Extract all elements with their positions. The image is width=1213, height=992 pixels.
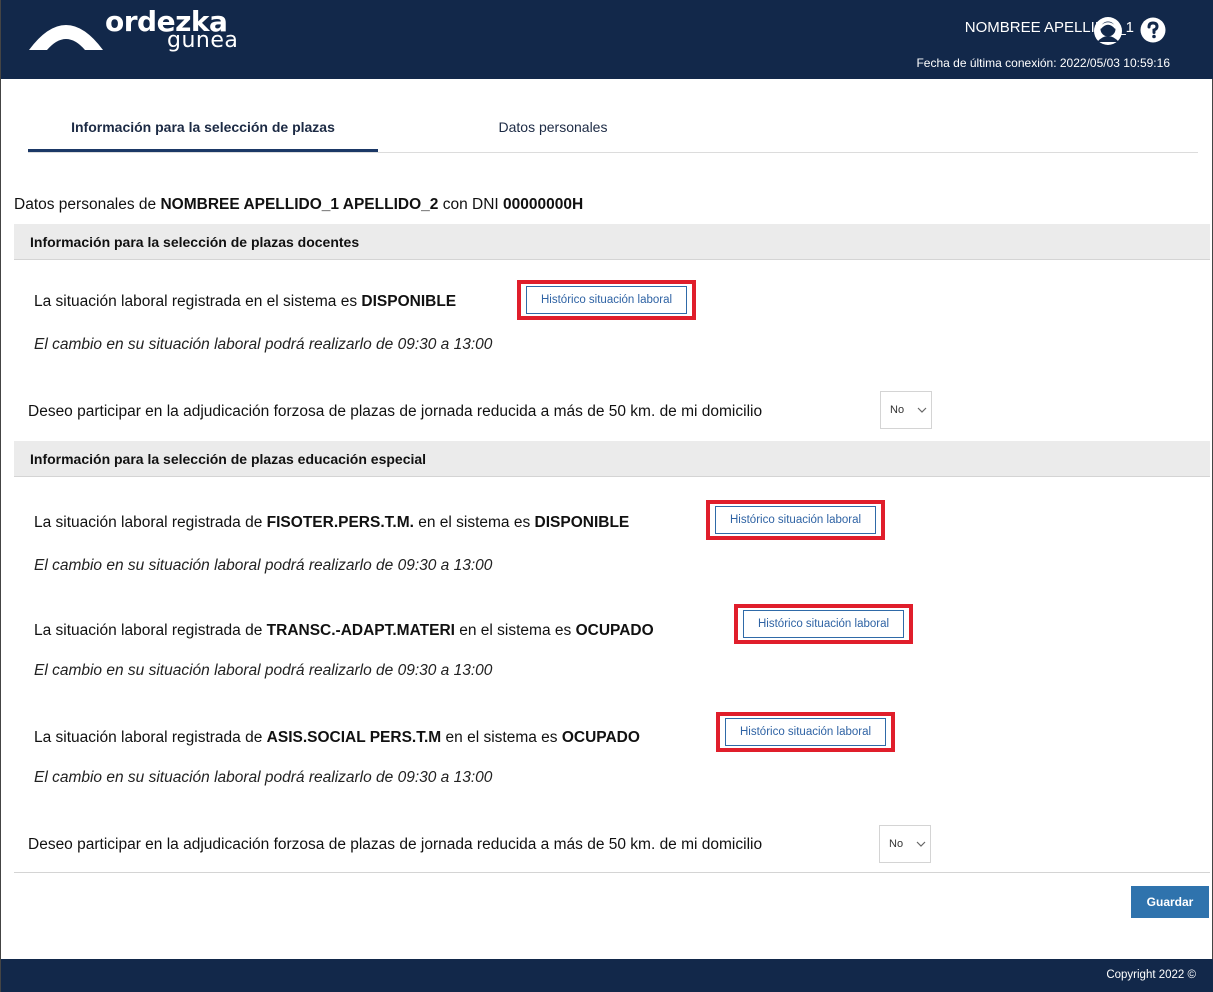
save-button[interactable]: Guardar (1131, 886, 1209, 918)
especial-change-note-1: El cambio en su situación laboral podrá … (34, 557, 493, 574)
intro-dni: 00000000H (503, 196, 584, 213)
copyright-text: Copyright 2022 © (1106, 969, 1196, 981)
especial-history-highlight-1: Histórico situación laboral (706, 500, 886, 540)
especial-change-note-2: El cambio en su situación laboral podrá … (34, 662, 493, 679)
chevron-down-icon (917, 407, 927, 413)
docentes-status-value: DISPONIBLE (361, 293, 457, 310)
especial-specialty-2: TRANSC.-ADAPT.MATERI (266, 622, 455, 639)
especial-status-1: DISPONIBLE (534, 514, 630, 531)
intro-mid: con DNI (438, 196, 503, 213)
personal-data-intro: Datos personales de NOMBREE APELLIDO_1 A… (14, 196, 583, 214)
especial-history-button-3[interactable]: Histórico situación laboral (725, 718, 887, 746)
last-login-text: Fecha de última conexión: 2022/05/03 10:… (916, 56, 1170, 70)
especial-status-line-1: La situación laboral registrada de FISOT… (34, 514, 629, 532)
especial-history-button-2[interactable]: Histórico situación laboral (743, 610, 905, 638)
logo[interactable]: ordezka gunea (27, 5, 257, 65)
section-docentes-title: Información para la selección de plazas … (14, 224, 1210, 260)
app-footer: Copyright 2022 © (1, 959, 1213, 992)
tab-seleccion-plazas[interactable]: Información para la selección de plazas (28, 107, 378, 152)
docentes-desire-label: Deseo participar en la adjudicación forz… (28, 403, 763, 420)
especial-desire-label: Deseo participar en la adjudicación forz… (28, 836, 763, 853)
tab-datos-personales[interactable]: Datos personales (378, 107, 728, 152)
especial-prefix-2: La situación laboral registrada de (34, 622, 267, 639)
especial-history-button-1[interactable]: Histórico situación laboral (715, 506, 877, 534)
especial-mid-1: en el sistema es (413, 514, 535, 531)
especial-history-highlight-3: Histórico situación laboral (716, 712, 896, 752)
docentes-status-prefix: La situación laboral registrada en el si… (34, 293, 362, 310)
especial-desire-select[interactable]: No (879, 825, 931, 863)
docentes-desire-select[interactable]: No (880, 391, 932, 429)
intro-prefix: Datos personales de (14, 196, 161, 213)
especial-status-line-3: La situación laboral registrada de ASIS.… (34, 729, 640, 747)
docentes-history-button[interactable]: Histórico situación laboral (526, 286, 688, 314)
especial-status-3: OCUPADO (561, 729, 640, 746)
docentes-status-line: La situación laboral registrada en el si… (34, 293, 456, 311)
especial-change-note-3: El cambio en su situación laboral podrá … (34, 769, 493, 786)
especial-history-highlight-2: Histórico situación laboral (734, 604, 914, 644)
especial-mid-2: en el sistema es (454, 622, 576, 639)
app-header: ordezka gunea NOMBREE APELLIDO_1 Fecha d… (1, 0, 1213, 79)
section-divider (14, 872, 1210, 873)
especial-status-2: OCUPADO (575, 622, 654, 639)
especial-prefix-3: La situación laboral registrada de (34, 729, 267, 746)
especial-status-line-2: La situación laboral registrada de TRANS… (34, 622, 654, 640)
tab-bar: Información para la selección de plazas … (28, 107, 1198, 153)
especial-desire-value: No (889, 838, 904, 850)
especial-mid-3: en el sistema es (441, 729, 562, 746)
logo-sub-text: gunea (167, 28, 239, 53)
page: ordezka gunea NOMBREE APELLIDO_1 Fecha d… (0, 0, 1213, 992)
docentes-change-note: El cambio en su situación laboral podrá … (34, 336, 493, 353)
user-avatar-icon[interactable] (1093, 16, 1123, 46)
chevron-down-icon (916, 841, 926, 847)
docentes-desire-value: No (890, 404, 905, 416)
especial-specialty-1: FISOTER.PERS.T.M. (266, 514, 414, 531)
section-especial-title: Información para la selección de plazas … (14, 441, 1210, 477)
help-icon[interactable] (1140, 17, 1166, 43)
especial-prefix-1: La situación laboral registrada de (34, 514, 267, 531)
intro-full-name: NOMBREE APELLIDO_1 APELLIDO_2 (160, 196, 439, 213)
logo-arc-icon (29, 25, 103, 50)
docentes-history-highlight: Histórico situación laboral (517, 280, 697, 320)
especial-specialty-3: ASIS.SOCIAL PERS.T.M (266, 729, 442, 746)
